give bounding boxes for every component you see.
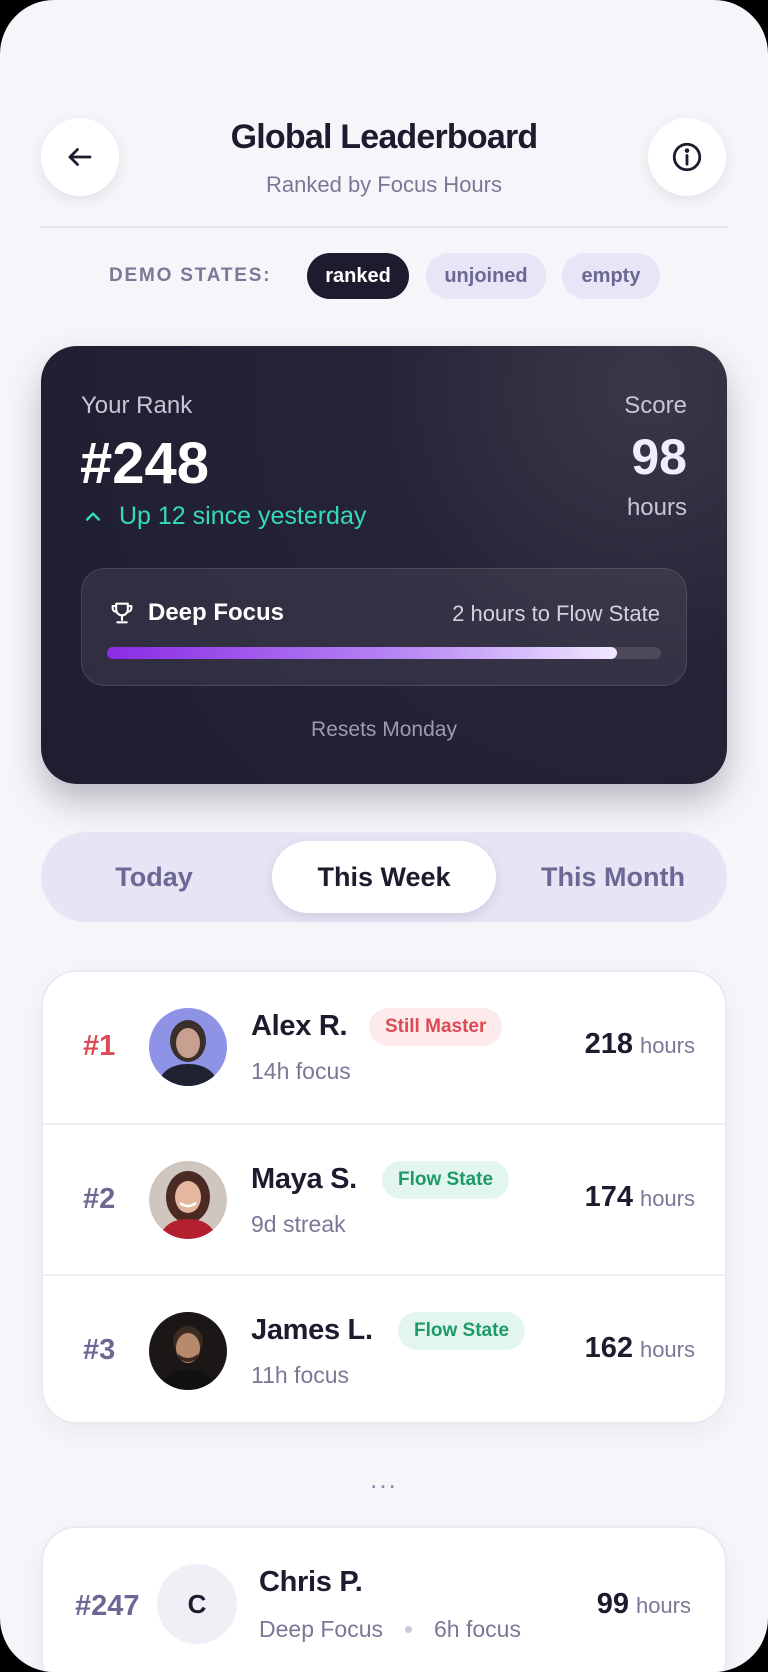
tier-badge: Flow State — [398, 1312, 526, 1350]
chevron-up-icon — [85, 511, 101, 521]
tab-today[interactable]: Today — [49, 841, 259, 913]
avatar — [149, 1008, 227, 1086]
my-tier: Deep Focus — [259, 1616, 384, 1642]
leader-score-unit: hours — [639, 1186, 695, 1211]
info-icon — [672, 142, 702, 172]
score-unit: hours — [626, 494, 687, 521]
my-score-value: 99 — [596, 1588, 629, 1620]
period-tabs: Today This Week This Month — [41, 832, 727, 922]
leaderboard-list: #1 Alex R. Still Master 14h focus 218 ho… — [41, 970, 727, 1424]
leader-name: Maya S. — [251, 1163, 357, 1195]
leader-meta: 14h focus — [251, 1058, 351, 1084]
rank-label: Your Rank — [81, 392, 193, 419]
header-divider — [41, 226, 727, 228]
my-focus: 6h focus — [434, 1616, 521, 1642]
leaderboard-screen: Global Leaderboard Ranked by Focus Hours… — [0, 0, 768, 1672]
score-label: Score — [624, 392, 687, 419]
leader-score-value: 218 — [584, 1028, 633, 1060]
tier-badge: Flow State — [382, 1161, 510, 1199]
tab-this-week[interactable]: This Week — [272, 841, 496, 913]
rank-change: Up 12 since yesterday — [83, 502, 366, 531]
leader-row[interactable]: #1 Alex R. Still Master 14h focus 218 ho… — [43, 972, 725, 1123]
demo-chip-empty[interactable]: empty — [562, 253, 660, 299]
avatar — [149, 1161, 227, 1239]
tier-name: Deep Focus — [148, 599, 285, 626]
leader-position: #3 — [83, 1334, 116, 1366]
demo-states-label: DEMO STATES: — [109, 265, 272, 286]
leader-score-value: 162 — [584, 1332, 633, 1364]
leader-score-value: 174 — [584, 1181, 633, 1213]
leader-row[interactable]: #3 James L. Flow State 11h focus 162 hou… — [43, 1274, 725, 1422]
demo-chip-unjoined[interactable]: unjoined — [426, 253, 546, 299]
leader-score-unit: hours — [639, 1033, 695, 1058]
tier-badge: Still Master — [369, 1008, 503, 1046]
my-rank-row[interactable]: #247 C Chris P. Deep Focus 6h focus 99 h… — [41, 1526, 727, 1672]
leader-meta: 11h focus — [251, 1362, 350, 1388]
leader-position: #1 — [83, 1030, 116, 1062]
leader-score: 162 hours — [585, 1332, 695, 1365]
trophy-icon — [111, 602, 133, 624]
leader-row[interactable]: #2 Maya S. Flow State 9d streak 174 hour… — [43, 1123, 725, 1274]
my-meta: Deep Focus 6h focus — [259, 1616, 521, 1643]
my-name: Chris P. — [259, 1566, 363, 1598]
leader-name: Alex R. — [251, 1010, 348, 1042]
your-rank-card: Your Rank #248 Up 12 since yesterday Sco… — [41, 346, 727, 784]
avatar: C — [157, 1564, 237, 1644]
my-score-unit: hours — [635, 1593, 691, 1618]
tier-progress-fill — [107, 647, 617, 659]
rank-value: #248 — [80, 431, 210, 496]
leader-name: James L. — [251, 1314, 373, 1346]
next-tier-text: 2 hours to Flow State — [452, 601, 660, 626]
leader-meta: 9d streak — [251, 1211, 346, 1237]
leader-position: #2 — [83, 1183, 116, 1215]
tier-progress-bar — [107, 647, 661, 659]
score-value: 98 — [631, 429, 687, 485]
leader-score: 218 hours — [585, 1028, 695, 1061]
tab-this-month[interactable]: This Month — [507, 841, 719, 913]
leader-score-unit: hours — [639, 1337, 695, 1362]
my-position: #247 — [75, 1590, 140, 1622]
rank-change-text: Up 12 since yesterday — [119, 502, 367, 530]
my-score: 99 hours — [597, 1588, 691, 1621]
demo-chip-ranked[interactable]: ranked — [307, 253, 409, 299]
avatar — [149, 1312, 227, 1390]
resets-text: Resets Monday — [311, 718, 457, 741]
meta-separator — [405, 1626, 413, 1633]
info-button[interactable] — [648, 118, 726, 196]
tier-progress: Deep Focus 2 hours to Flow State — [81, 568, 687, 686]
leader-score: 174 hours — [585, 1181, 695, 1214]
list-gap-ellipsis: ... — [370, 1464, 398, 1494]
